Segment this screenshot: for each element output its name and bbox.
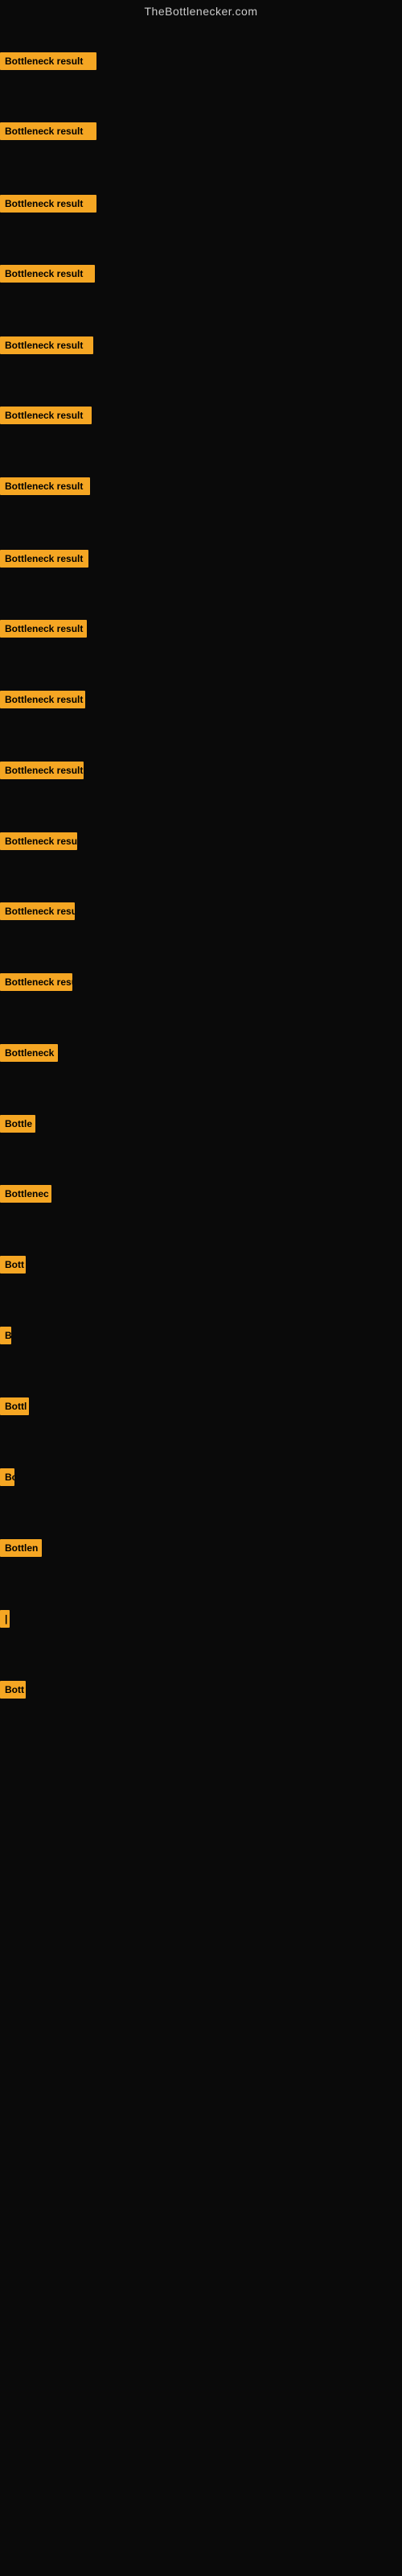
bottleneck-result-label: Bott (0, 1256, 26, 1274)
bottleneck-result-label: Bottl (0, 1397, 29, 1415)
bottleneck-result-label: Bottleneck result (0, 477, 90, 495)
bottleneck-result-label: Bottleneck result (0, 265, 95, 283)
bottleneck-result-label: Bottleneck result (0, 691, 85, 708)
bottleneck-result-label: Bottlen (0, 1539, 42, 1557)
bottleneck-result-label: Bottleneck result (0, 620, 87, 638)
bottleneck-result-label: Bott (0, 1681, 26, 1699)
bottleneck-result-label: Bottleneck result (0, 550, 88, 568)
bottleneck-result-label: Bottleneck result (0, 336, 93, 354)
bottleneck-result-label: Bottlenec (0, 1185, 51, 1203)
bottleneck-result-label: B (0, 1327, 11, 1344)
bottleneck-result-label: Bottleneck result (0, 762, 84, 779)
bottleneck-result-label: Bo (0, 1468, 14, 1486)
bottleneck-result-label: Bottleneck result (0, 52, 96, 70)
bottleneck-result-label: Bottleneck (0, 1044, 58, 1062)
bottleneck-result-label: Bottleneck result (0, 122, 96, 140)
bottleneck-result-label: Bottle (0, 1115, 35, 1133)
site-title: TheBottlenecker.com (0, 0, 402, 23)
bottleneck-result-label: Bottleneck result (0, 195, 96, 213)
bottleneck-result-label: Bottleneck resu (0, 902, 75, 920)
bottleneck-result-label: Bottleneck result (0, 407, 92, 424)
bottleneck-result-label: | (0, 1610, 10, 1628)
bottleneck-result-label: Bottleneck resu (0, 832, 77, 850)
bottleneck-result-label: Bottleneck resu (0, 973, 72, 991)
